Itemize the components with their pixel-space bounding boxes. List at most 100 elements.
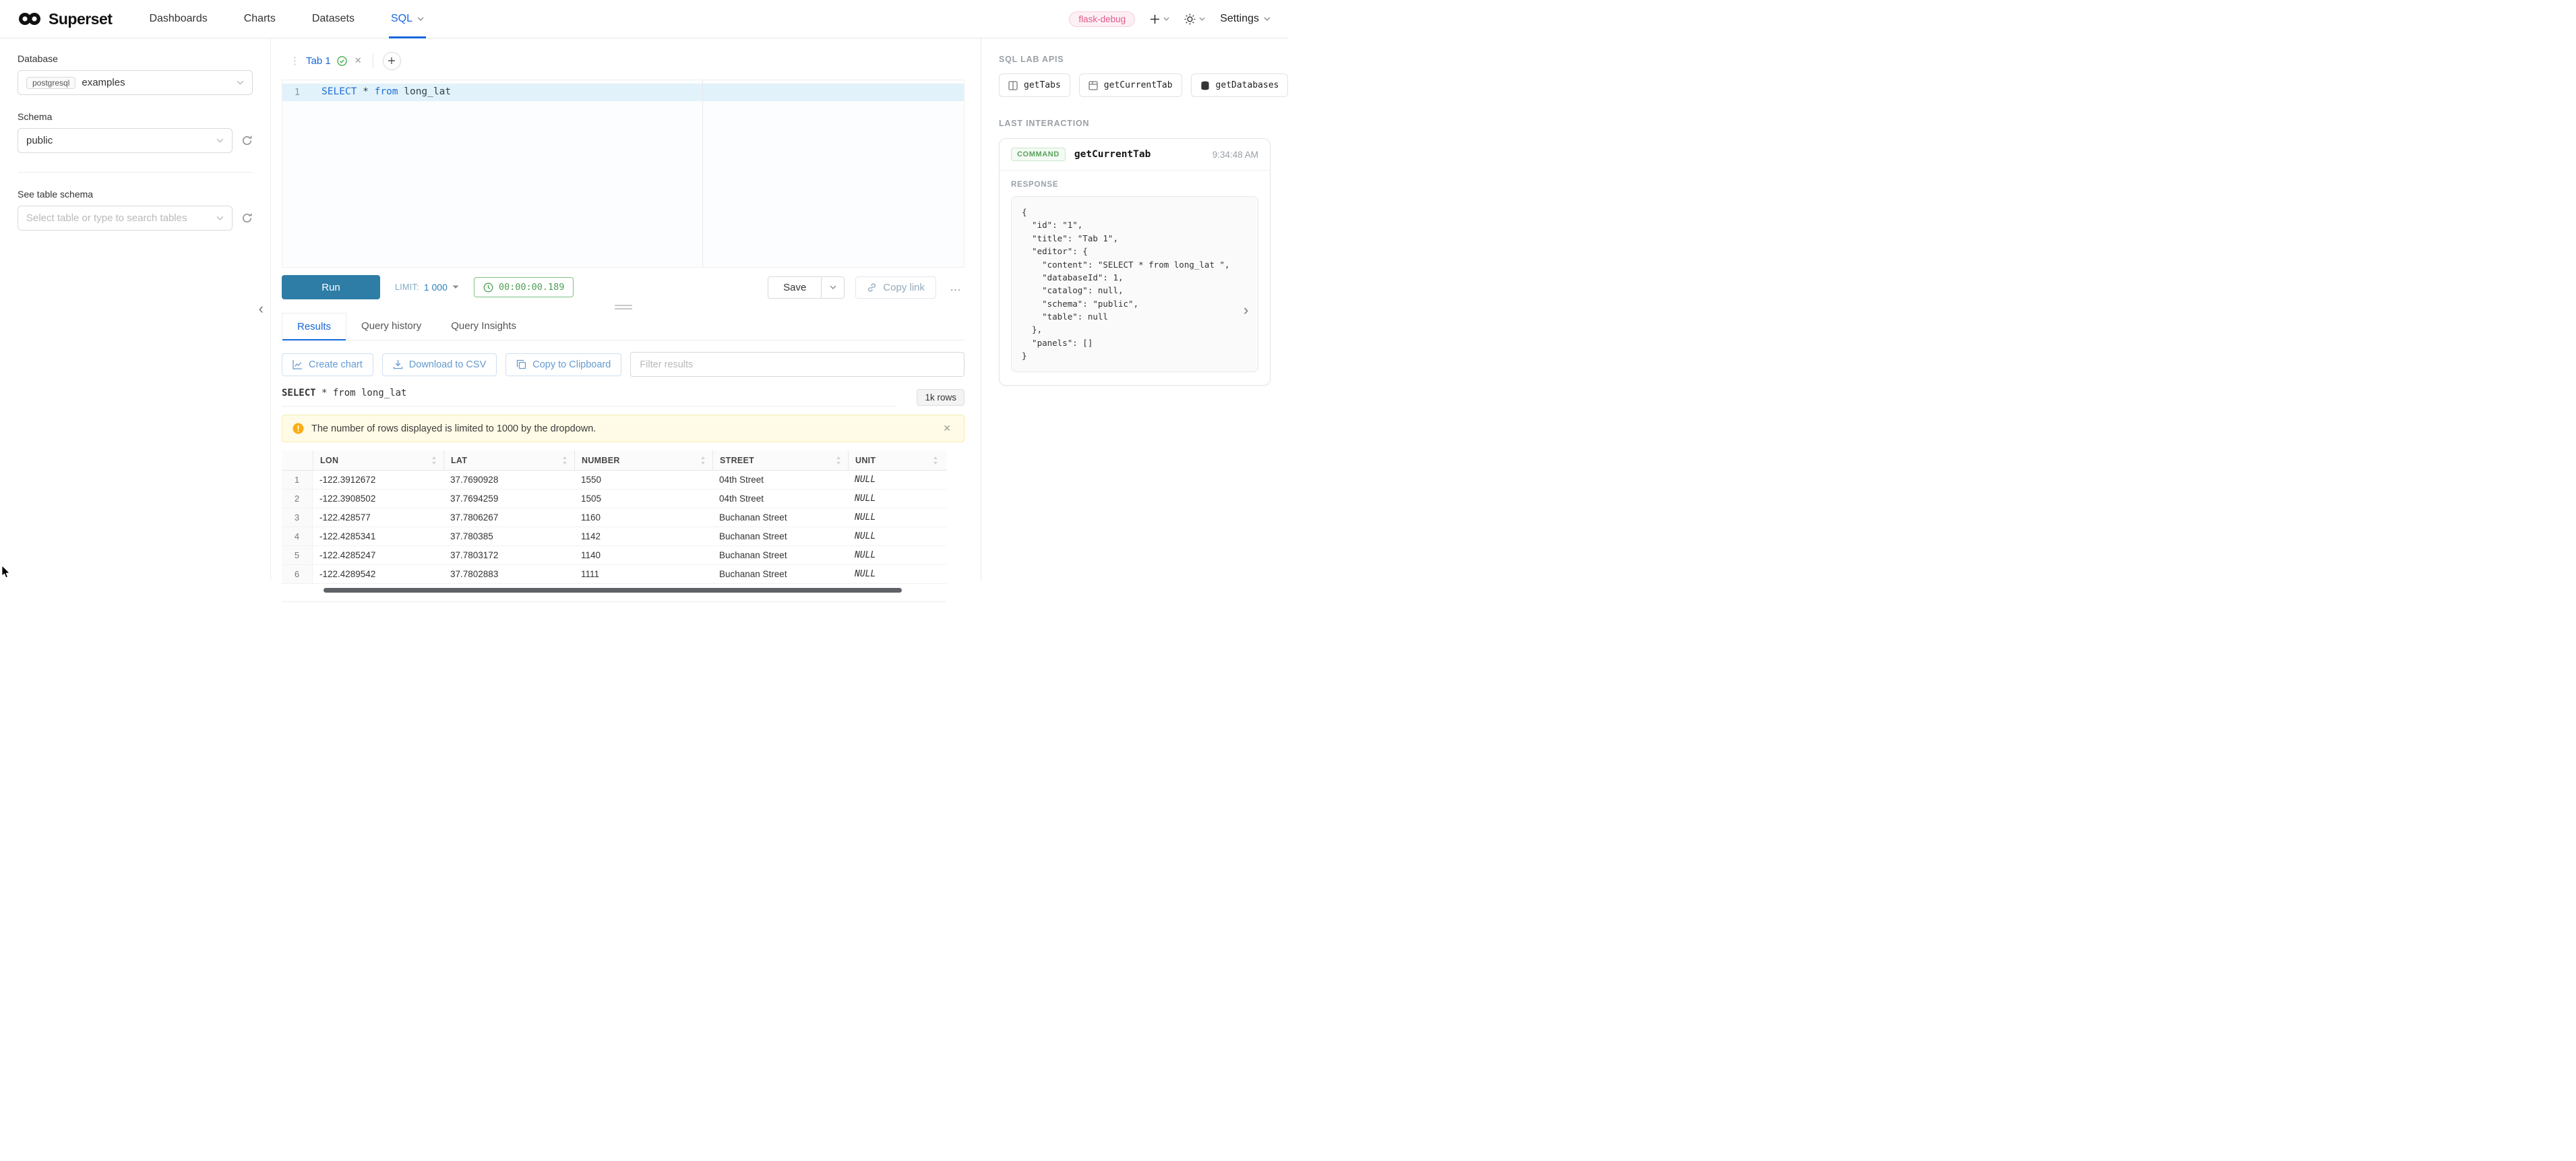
cell-lat: 37.7802883	[443, 565, 574, 583]
download-csv-label: Download to CSV	[409, 359, 486, 370]
last-interaction-card: COMMAND getCurrentTab 9:34:48 AM RESPONS…	[999, 138, 1270, 386]
settings-label: Settings	[1220, 13, 1259, 25]
database-type-tag: postgresql	[26, 77, 75, 89]
new-tab-button[interactable]	[383, 52, 401, 70]
null-value: NULL	[855, 475, 876, 485]
sql-code-editor[interactable]: 1 SELECT * from long_lat	[282, 80, 964, 268]
collapse-right-panel-icon[interactable]: ›	[1244, 303, 1248, 318]
schema-select[interactable]: public	[18, 128, 233, 153]
pane-splitter[interactable]	[282, 303, 964, 311]
new-item-menu[interactable]	[1150, 14, 1169, 24]
check-circle-icon	[337, 56, 347, 66]
sql-text: long_lat	[398, 86, 452, 97]
download-icon	[393, 359, 403, 369]
query-preview-row: SELECT * from long_lat 1k rows	[282, 388, 964, 407]
run-query-button[interactable]: Run	[282, 275, 380, 299]
scrollbar-thumb[interactable]	[324, 588, 902, 593]
limit-label: LIMIT:	[395, 282, 419, 292]
nav-sql[interactable]: SQL	[373, 0, 442, 38]
sort-icon	[431, 456, 437, 465]
table-select[interactable]: Select table or type to search tables	[18, 206, 233, 231]
brand[interactable]: Superset	[18, 10, 112, 28]
table-header-row: LON LAT NUMBER STREET UNIT	[282, 450, 946, 471]
row-number: 6	[282, 565, 313, 583]
cell-number: 1160	[574, 508, 712, 527]
create-chart-button[interactable]: Create chart	[282, 353, 373, 376]
warning-icon	[293, 423, 304, 434]
toolbar-right: Save Copy link …	[768, 276, 964, 299]
header-number[interactable]: NUMBER	[574, 450, 712, 470]
environment-badge: flask-debug	[1069, 11, 1135, 27]
editor-tab-label: Tab 1	[306, 55, 331, 67]
nav-datasets[interactable]: Datasets	[294, 0, 373, 38]
mouse-cursor	[1, 566, 11, 579]
results-tabbar: Results Query history Query Insights	[282, 313, 964, 340]
header-street[interactable]: STREET	[712, 450, 848, 470]
cell-unit: NULL	[848, 508, 945, 527]
close-warning-icon[interactable]: ✕	[940, 421, 954, 436]
get-tabs-button[interactable]: getTabs	[999, 73, 1070, 97]
browser-tab-icon	[1088, 81, 1098, 90]
column-label: UNIT	[855, 456, 876, 465]
tab-query-insights[interactable]: Query Insights	[436, 313, 531, 340]
chevron-down-icon	[1264, 17, 1270, 21]
header-lat[interactable]: LAT	[443, 450, 574, 470]
more-actions-button[interactable]: …	[947, 280, 964, 294]
schema-field: Schema public	[18, 111, 253, 153]
cell-unit: NULL	[848, 489, 945, 508]
sort-icon	[562, 456, 568, 465]
refresh-icon	[241, 135, 253, 146]
chevron-down-icon	[216, 216, 224, 220]
response-json: { "id": "1", "title": "Tab 1", "editor":…	[1011, 196, 1258, 372]
get-databases-button[interactable]: getDatabases	[1191, 73, 1289, 97]
navbar-right: flask-debug Settings	[1069, 11, 1270, 27]
table-row: 4 -122.4285341 37.780385 1142 Buchanan S…	[282, 527, 946, 546]
header-lon[interactable]: LON	[313, 450, 443, 470]
cell-number: 1140	[574, 546, 712, 564]
row-number: 1	[282, 471, 313, 489]
nav-dashboards[interactable]: Dashboards	[131, 0, 225, 38]
cell-lat: 37.7690928	[443, 471, 574, 489]
tab-query-history[interactable]: Query history	[346, 313, 436, 340]
get-current-tab-button[interactable]: getCurrentTab	[1079, 73, 1182, 97]
results-actions: Create chart Download to CSV Copy to Cli…	[282, 352, 964, 377]
copy-clipboard-button[interactable]: Copy to Clipboard	[505, 353, 621, 376]
cell-unit: NULL	[848, 565, 945, 583]
theme-toggle[interactable]	[1184, 13, 1205, 25]
nav-charts[interactable]: Charts	[226, 0, 294, 38]
tab-results[interactable]: Results	[282, 313, 346, 340]
copy-link-button[interactable]: Copy link	[855, 276, 936, 299]
chevron-down-icon	[237, 80, 244, 85]
cell-unit: NULL	[848, 546, 945, 564]
save-button[interactable]: Save	[768, 276, 822, 299]
cell-street: Buchanan Street	[712, 527, 848, 545]
row-number: 4	[282, 527, 313, 545]
command-body: RESPONSE { "id": "1", "title": "Tab 1", …	[1000, 171, 1270, 385]
null-value: NULL	[855, 569, 876, 579]
cell-number: 1505	[574, 489, 712, 508]
cell-number: 1111	[574, 565, 712, 583]
database-select[interactable]: postgresql examples	[18, 70, 253, 95]
api-button-label: getTabs	[1024, 80, 1061, 90]
cell-lon: -122.3912672	[313, 471, 443, 489]
save-options-caret[interactable]	[822, 276, 845, 299]
header-rownum	[282, 450, 313, 470]
collapse-left-panel-icon[interactable]: ‹	[259, 301, 264, 316]
header-unit[interactable]: UNIT	[848, 450, 945, 470]
download-csv-button[interactable]: Download to CSV	[382, 353, 497, 376]
editor-tabbar: ⋮ Tab 1 ✕	[290, 49, 964, 72]
caret-down-icon	[452, 285, 459, 289]
limit-dropdown[interactable]: LIMIT: 1 000	[395, 282, 459, 293]
settings-menu[interactable]: Settings	[1220, 13, 1270, 25]
row-number: 5	[282, 546, 313, 564]
copy-clipboard-label: Copy to Clipboard	[532, 359, 611, 370]
refresh-tables-button[interactable]	[241, 212, 253, 224]
refresh-schemas-button[interactable]	[241, 135, 253, 146]
drag-handle-icon[interactable]: ⋮	[290, 55, 300, 67]
close-tab-icon[interactable]: ✕	[353, 54, 363, 67]
link-icon	[867, 282, 877, 293]
cell-street: Buchanan Street	[712, 508, 848, 527]
editor-tab[interactable]: ⋮ Tab 1 ✕	[290, 54, 363, 67]
filter-results-input[interactable]	[630, 352, 964, 377]
sidebar-divider	[18, 172, 253, 173]
